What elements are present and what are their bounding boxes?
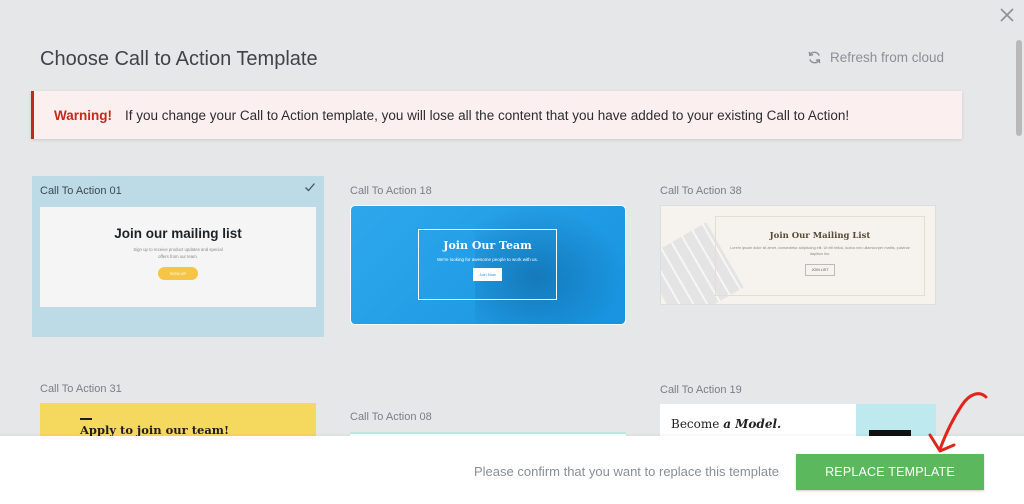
template-card-cta-01[interactable]: Call To Action 01 Join our mailing list …: [32, 176, 324, 337]
template-card-cta-18[interactable]: Call To Action 18 Join Our Team We're lo…: [350, 184, 642, 325]
confirm-text: Please confirm that you want to replace …: [474, 464, 779, 479]
template-preview[interactable]: Join Our Team We're looking for awesome …: [350, 205, 626, 325]
template-card-cta-38[interactable]: Call To Action 38 Join Our Mailing List …: [660, 184, 952, 305]
modal-footer: Please confirm that you want to replace …: [0, 436, 1024, 504]
warning-message: If you change your Call to Action templa…: [125, 107, 850, 123]
refresh-icon: [808, 51, 821, 64]
modal-header: Choose Call to Action Template Refresh f…: [40, 46, 944, 74]
template-name: Call To Action 01: [40, 185, 122, 197]
red-arrow-annotation: [928, 392, 988, 453]
preview-box: Join Our Team We're looking for awesome …: [418, 229, 557, 300]
template-name: Call To Action 31: [40, 383, 122, 395]
close-icon[interactable]: [996, 4, 1018, 26]
refresh-from-cloud-button[interactable]: Refresh from cloud: [807, 50, 944, 65]
warning-banner: Warning! If you change your Call to Acti…: [31, 91, 962, 139]
preview-heading: Apply to join our team!: [80, 422, 230, 437]
scrollbar[interactable]: [1016, 40, 1022, 136]
preview-button: JOIN LIST: [804, 264, 836, 276]
preview-box: Join Our Mailing List Lorem ipsum dolor …: [715, 216, 925, 296]
preview-heading: Become a Model.: [671, 417, 782, 431]
preview-button: Join Now: [473, 268, 502, 281]
preview-heading: Join Our Mailing List: [769, 231, 871, 241]
template-name: Call To Action 08: [350, 411, 432, 423]
divider: [80, 418, 92, 420]
preview-button: SIGN UP: [158, 267, 198, 280]
preview-text: Sign up to receive product updates and s…: [133, 247, 223, 259]
template-preview[interactable]: Join our mailing list Sign up to receive…: [40, 207, 316, 307]
modal-title: Choose Call to Action Template: [40, 48, 318, 70]
template-name: Call To Action 38: [660, 185, 742, 197]
refresh-label: Refresh from cloud: [829, 50, 944, 65]
preview-heading: Join our mailing list: [114, 226, 242, 241]
preview-heading: Join Our Team: [443, 239, 532, 252]
template-preview[interactable]: Join Our Mailing List Lorem ipsum dolor …: [660, 205, 936, 305]
template-name: Call To Action 19: [660, 384, 742, 396]
warning-label: Warning!: [54, 107, 112, 123]
template-name: Call To Action 18: [350, 185, 432, 197]
checkmark-icon: [305, 183, 315, 192]
preview-text: Lorem ipsum dolor sit amet, consectetur …: [730, 246, 910, 256]
preview-text: We're looking for awesome people to work…: [436, 257, 539, 262]
